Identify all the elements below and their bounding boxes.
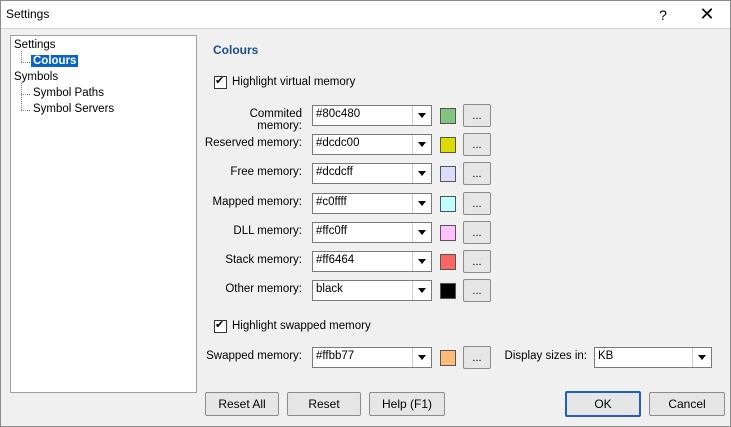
help-button[interactable]: Help (F1) [369, 392, 445, 416]
title-bar: Settings ? ✕ [1, 1, 730, 28]
help-icon[interactable]: ? [643, 1, 683, 28]
memory-color-combo[interactable]: black [312, 280, 432, 301]
highlight-swapped-label: Highlight swapped memory [232, 320, 371, 332]
memory-color-swatch [440, 108, 456, 124]
settings-window: Settings ? ✕ Settings Colours Symbols Sy… [0, 0, 731, 427]
tree-item-symbol-paths[interactable]: Symbol Paths [33, 87, 104, 99]
tree-connector [21, 83, 22, 110]
memory-color-pick-button[interactable]: ... [463, 133, 491, 156]
close-icon[interactable]: ✕ [687, 1, 727, 28]
memory-row-label: Other memory: [225, 283, 302, 295]
chevron-down-icon[interactable] [412, 281, 431, 300]
memory-color-pick-button[interactable]: ... [463, 221, 491, 244]
tree-connector [21, 110, 30, 111]
display-sizes-value: KB [598, 350, 614, 362]
chevron-down-icon[interactable] [412, 223, 431, 242]
reset-button[interactable]: Reset [287, 392, 361, 416]
tree-item-colours[interactable]: Colours [31, 55, 79, 67]
tree-connector [21, 62, 30, 63]
memory-color-combo[interactable]: #c0ffff [312, 193, 432, 214]
window-title: Settings [6, 7, 50, 21]
swapped-memory-label: Swapped memory: [206, 350, 302, 362]
title-separator [1, 28, 730, 29]
memory-color-combo[interactable]: #dcdcff [312, 163, 432, 184]
ok-button[interactable]: OK [565, 391, 641, 417]
memory-row-label: Mapped memory: [212, 196, 302, 208]
memory-color-swatch [440, 137, 456, 153]
section-title: Colours [213, 43, 259, 57]
memory-row-label: Reserved memory: [204, 137, 302, 149]
memory-row-label: DLL memory: [233, 225, 302, 237]
memory-color-value: #ffc0ff [316, 225, 347, 237]
chevron-down-icon[interactable] [412, 106, 431, 125]
memory-color-swatch [440, 166, 456, 182]
memory-color-combo[interactable]: #80c480 [312, 105, 432, 126]
tree-item-symbols[interactable]: Symbols [14, 71, 58, 83]
memory-row-label: Stack memory: [225, 254, 302, 266]
chevron-down-icon[interactable] [412, 164, 431, 183]
memory-color-swatch [440, 283, 456, 299]
settings-tree[interactable]: Settings Colours Symbols Symbol Paths Sy… [10, 35, 197, 393]
memory-row-label: Free memory: [230, 166, 302, 178]
tree-item-symbol-servers[interactable]: Symbol Servers [33, 103, 114, 115]
highlight-swapped-checkbox[interactable] [214, 319, 227, 333]
memory-color-swatch [440, 225, 456, 241]
memory-color-swatch [440, 254, 456, 270]
chevron-down-icon[interactable] [692, 348, 711, 367]
memory-color-swatch [440, 196, 456, 212]
memory-color-pick-button[interactable]: ... [463, 250, 491, 273]
chevron-down-icon[interactable] [412, 348, 431, 367]
memory-color-combo[interactable]: #ff6464 [312, 251, 432, 272]
memory-color-pick-button[interactable]: ... [463, 162, 491, 185]
memory-color-combo[interactable]: #dcdc00 [312, 134, 432, 155]
memory-color-value: #dcdcff [316, 166, 353, 178]
memory-row-label: Commited memory: [249, 108, 302, 132]
chevron-down-icon[interactable] [412, 252, 431, 271]
memory-color-value: #dcdc00 [316, 137, 360, 149]
highlight-virtual-label: Highlight virtual memory [232, 76, 356, 88]
swapped-memory-swatch [440, 350, 456, 366]
tree-connector [21, 51, 22, 62]
memory-color-value: black [316, 283, 343, 295]
swapped-memory-value: #ffbb77 [316, 350, 355, 362]
display-sizes-combo[interactable]: KB [594, 347, 712, 368]
memory-color-pick-button[interactable]: ... [463, 279, 491, 302]
swapped-memory-combo[interactable]: #ffbb77 [312, 347, 432, 368]
highlight-virtual-checkbox[interactable] [214, 75, 227, 89]
memory-color-value: #80c480 [316, 108, 361, 120]
memory-color-value: #ff6464 [316, 254, 355, 266]
cancel-button[interactable]: Cancel [649, 392, 725, 416]
display-sizes-label: Display sizes in: [504, 350, 587, 362]
memory-color-combo[interactable]: #ffc0ff [312, 222, 432, 243]
reset-all-button[interactable]: Reset All [205, 392, 279, 416]
memory-color-pick-button[interactable]: ... [463, 192, 491, 215]
memory-color-value: #c0ffff [316, 196, 347, 208]
tree-item-settings[interactable]: Settings [14, 39, 56, 51]
tree-connector [21, 94, 30, 95]
chevron-down-icon[interactable] [412, 194, 431, 213]
chevron-down-icon[interactable] [412, 135, 431, 154]
memory-color-pick-button[interactable]: ... [463, 104, 491, 127]
